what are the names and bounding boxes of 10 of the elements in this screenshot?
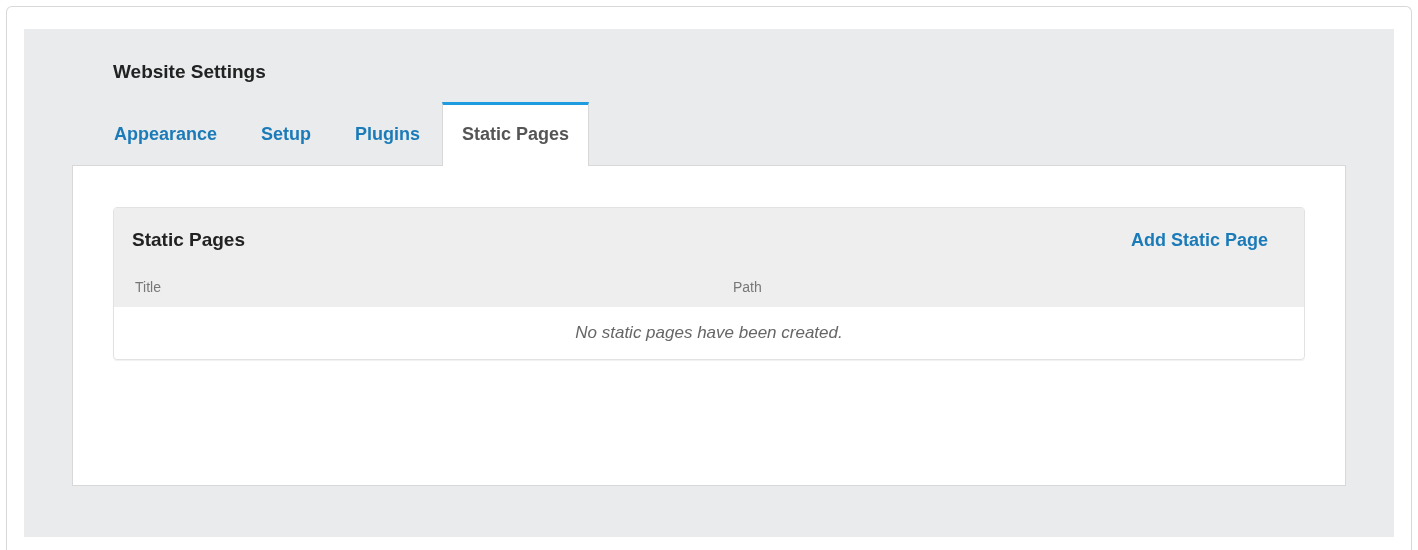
grid-title: Static Pages	[132, 228, 245, 252]
tab[interactable]: Setup	[239, 101, 334, 165]
add-page-link[interactable]: Add Static Page	[1130, 226, 1268, 254]
column-header: Title	[134, 277, 162, 297]
tab[interactable]: Plugins	[333, 101, 443, 165]
page-title: Website Settings	[113, 60, 266, 84]
tab[interactable]: Appearance	[92, 101, 240, 165]
empty-message: No static pages have been created.	[575, 321, 843, 344]
column-header: Path	[733, 277, 762, 297]
tab[interactable]: Static Pages	[442, 102, 590, 166]
